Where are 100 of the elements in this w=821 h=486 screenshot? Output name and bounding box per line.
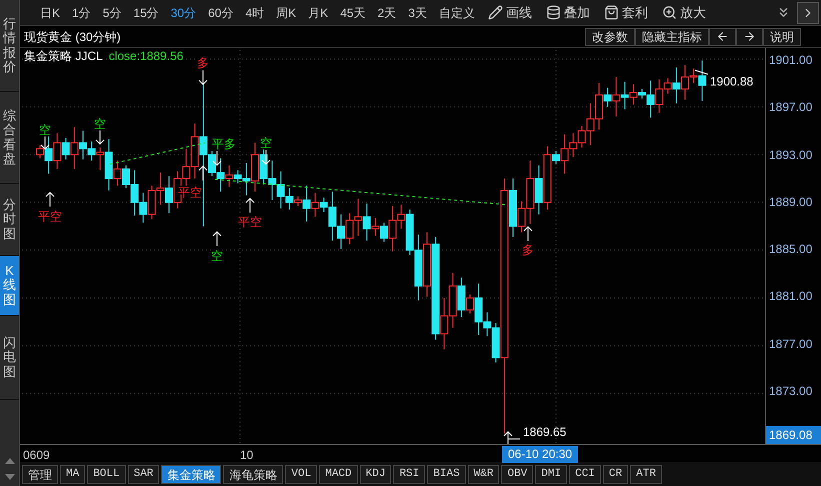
indicator-tab[interactable]: ATR xyxy=(630,464,662,484)
zoom-in-icon xyxy=(662,5,677,20)
scroll-up-icon[interactable] xyxy=(4,458,14,464)
price-tick: 1889.00 xyxy=(769,194,812,211)
stack-icon xyxy=(546,5,561,20)
price-tick: 1885.00 xyxy=(769,241,812,258)
down-arrow xyxy=(40,136,50,150)
toolbar-button[interactable]: 放大 xyxy=(654,2,713,22)
price-tick: 1873.00 xyxy=(769,382,812,400)
left-arrow-icon xyxy=(716,30,729,43)
price-tick: 1897.00 xyxy=(769,99,812,116)
candlestick xyxy=(164,176,174,214)
candlestick xyxy=(104,138,113,191)
indicator-tab[interactable]: 海龟策略 xyxy=(223,464,284,484)
signal-label: 空 xyxy=(94,116,106,131)
down-arrow xyxy=(198,70,208,86)
candlestick xyxy=(629,84,638,105)
previous-button[interactable] xyxy=(709,28,736,46)
sidebar-tab[interactable]: K线图 xyxy=(0,256,19,316)
period-tab[interactable]: 60分 xyxy=(202,4,240,22)
price-tick: 1893.00 xyxy=(769,146,812,164)
candlestick xyxy=(698,60,706,102)
period-tab[interactable]: 日K xyxy=(34,4,66,22)
high-price-label: 1900.88 xyxy=(710,74,754,88)
indicator-tab[interactable]: VOL xyxy=(285,464,318,484)
down-arrow xyxy=(96,130,104,145)
period-tab[interactable]: 月K xyxy=(302,4,334,22)
indicator-tab[interactable]: W&R xyxy=(468,464,500,484)
indicator-tab[interactable]: RSI xyxy=(393,464,426,484)
indicator-tab[interactable]: DMI xyxy=(535,464,568,484)
signal-label: 空 xyxy=(211,249,223,264)
indicator-tab[interactable]: 管理 xyxy=(22,464,58,484)
scroll-down-icon[interactable] xyxy=(4,474,14,480)
signal-label: 空 xyxy=(39,122,51,137)
candlestick xyxy=(302,185,311,222)
pencil-icon xyxy=(488,5,503,20)
signal-label: 平空 xyxy=(38,210,62,224)
period-tab[interactable]: 4时 xyxy=(239,4,270,22)
up-arrow xyxy=(212,231,222,246)
signal-label: 平多 xyxy=(212,136,236,152)
indicator-tab[interactable]: CR xyxy=(602,464,628,484)
candlestick xyxy=(250,142,260,192)
forward-button[interactable] xyxy=(736,28,763,46)
low-price-label: 1869.65 xyxy=(523,424,566,439)
period-tab[interactable]: 2天 xyxy=(372,4,402,22)
down-arrow xyxy=(212,151,222,166)
price-tick: 1881.00 xyxy=(769,288,812,306)
indicator-tab[interactable]: MA xyxy=(60,464,86,484)
period-tab[interactable]: 15分 xyxy=(127,4,165,22)
down-arrow xyxy=(262,150,270,165)
indicator-tab[interactable]: OBV xyxy=(501,464,534,484)
chart-button[interactable]: 改参数 xyxy=(585,28,635,46)
up-arrow xyxy=(524,226,532,241)
chart-title: 现货黄金 (30分钟) xyxy=(24,28,121,46)
candlestick xyxy=(371,217,380,236)
candlestick xyxy=(620,81,629,110)
toolbar-button[interactable]: 套利 xyxy=(596,2,655,22)
up-arrow xyxy=(246,198,254,213)
signal-label: 平空 xyxy=(238,214,262,229)
indicator-tab[interactable]: SAR xyxy=(128,464,160,484)
toolbar-button[interactable]: 画线 xyxy=(480,2,539,22)
signal-label: 多 xyxy=(522,243,534,258)
time-tick: 0609 xyxy=(23,447,50,464)
indicator-tab[interactable]: KDJ xyxy=(360,464,392,484)
time-tick: 10 xyxy=(240,447,254,464)
period-tab[interactable]: 周K xyxy=(270,4,302,22)
period-tab[interactable]: 5分 xyxy=(96,4,128,22)
candlestick xyxy=(457,277,466,318)
indicator-tab[interactable]: CCI xyxy=(569,464,601,484)
candlestick xyxy=(362,203,371,242)
candlestick xyxy=(508,178,518,238)
current-price-tag: 1869.08 xyxy=(766,426,821,444)
candlestick xyxy=(70,126,78,170)
period-tab[interactable]: 3天 xyxy=(402,4,433,22)
indicator-tab[interactable]: MACD xyxy=(319,464,358,484)
bag-icon xyxy=(604,5,619,20)
period-tab[interactable]: 自定义 xyxy=(432,4,481,22)
period-tab[interactable]: 45天 xyxy=(334,4,372,22)
candlestick xyxy=(53,132,62,170)
period-tab[interactable]: 1分 xyxy=(66,4,97,22)
chart-button[interactable]: 隐藏主指标 xyxy=(635,28,709,46)
next-button[interactable] xyxy=(797,2,819,24)
candlestick xyxy=(534,164,543,215)
price-tick: 1901.00 xyxy=(769,52,812,69)
indicator-tab[interactable]: BOLL xyxy=(87,464,126,484)
indicator-tab[interactable]: BIAS xyxy=(427,464,466,484)
signal-label: 空 xyxy=(260,136,272,150)
up-arrow xyxy=(198,165,208,180)
period-tab[interactable]: 30分 xyxy=(164,4,202,22)
signal-label: 多 xyxy=(197,56,209,70)
candlestick xyxy=(604,87,612,108)
price-tick: 1877.00 xyxy=(769,336,812,353)
candlestick xyxy=(380,222,388,242)
chart-button[interactable]: 说明 xyxy=(763,28,801,46)
toolbar-button[interactable]: 叠加 xyxy=(538,2,597,22)
candlestick xyxy=(44,134,53,174)
close-value: close:1889.56 xyxy=(108,48,184,65)
indicator-tab[interactable]: 集金策略 xyxy=(161,464,222,484)
up-arrow xyxy=(46,192,54,207)
indicator-name: 集金策略 JJCL xyxy=(24,48,103,65)
